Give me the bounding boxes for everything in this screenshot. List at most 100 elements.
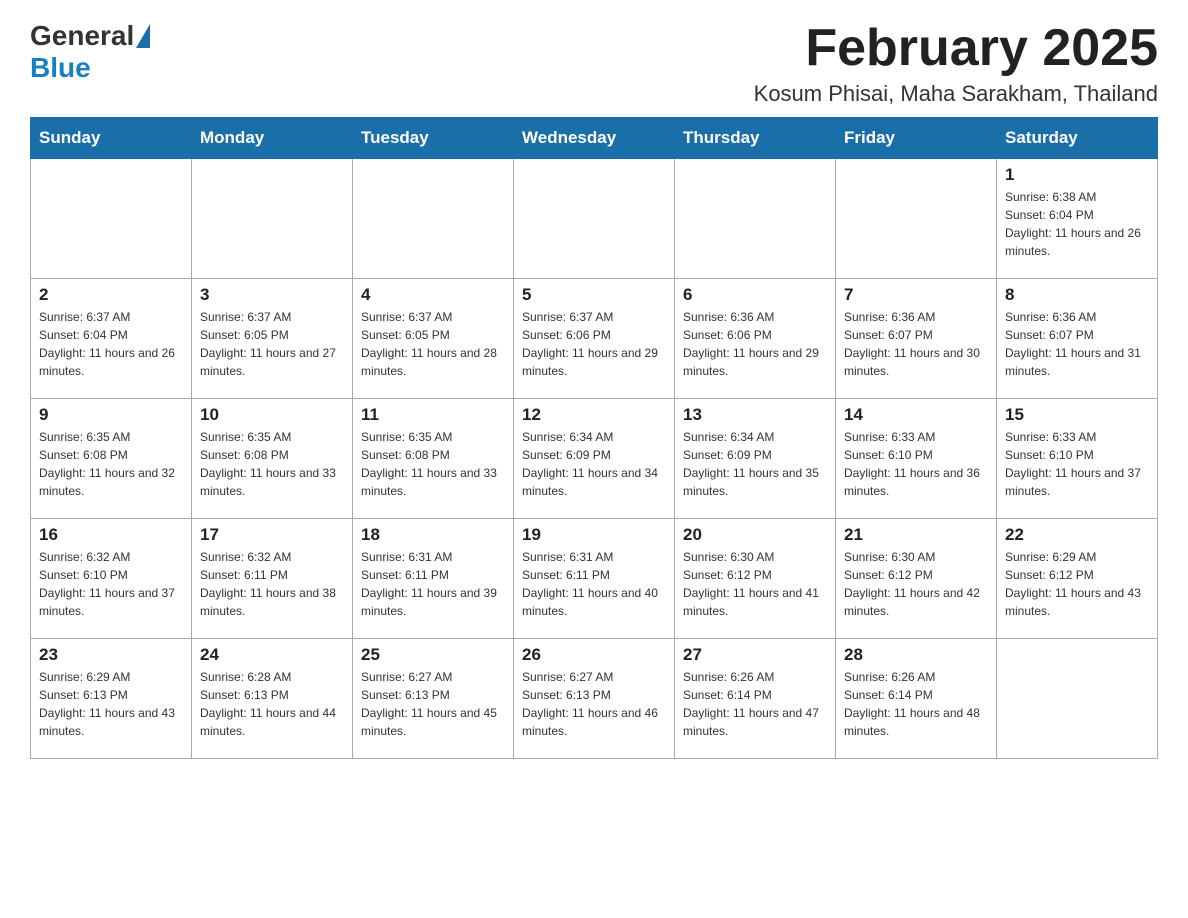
day-info: Sunrise: 6:27 AMSunset: 6:13 PMDaylight:…: [361, 668, 505, 740]
calendar-cell: [675, 159, 836, 279]
day-number: 9: [39, 405, 183, 425]
calendar-week-row: 16 Sunrise: 6:32 AMSunset: 6:10 PMDayligh…: [31, 519, 1158, 639]
calendar-cell: 25 Sunrise: 6:27 AMSunset: 6:13 PMDayligh…: [353, 639, 514, 759]
day-info: Sunrise: 6:26 AMSunset: 6:14 PMDaylight:…: [844, 668, 988, 740]
calendar-cell: [997, 639, 1158, 759]
calendar-cell: [353, 159, 514, 279]
calendar-cell: 19 Sunrise: 6:31 AMSunset: 6:11 PMDayligh…: [514, 519, 675, 639]
day-info: Sunrise: 6:37 AMSunset: 6:06 PMDaylight:…: [522, 308, 666, 380]
day-number: 15: [1005, 405, 1149, 425]
col-tuesday: Tuesday: [353, 118, 514, 159]
calendar-cell: 12 Sunrise: 6:34 AMSunset: 6:09 PMDayligh…: [514, 399, 675, 519]
col-saturday: Saturday: [997, 118, 1158, 159]
calendar-cell: [31, 159, 192, 279]
day-number: 3: [200, 285, 344, 305]
day-info: Sunrise: 6:28 AMSunset: 6:13 PMDaylight:…: [200, 668, 344, 740]
day-number: 23: [39, 645, 183, 665]
day-number: 26: [522, 645, 666, 665]
calendar-cell: 22 Sunrise: 6:29 AMSunset: 6:12 PMDayligh…: [997, 519, 1158, 639]
day-info: Sunrise: 6:38 AMSunset: 6:04 PMDaylight:…: [1005, 188, 1149, 260]
day-info: Sunrise: 6:34 AMSunset: 6:09 PMDaylight:…: [683, 428, 827, 500]
calendar-cell: 21 Sunrise: 6:30 AMSunset: 6:12 PMDayligh…: [836, 519, 997, 639]
day-number: 21: [844, 525, 988, 545]
day-number: 20: [683, 525, 827, 545]
day-number: 8: [1005, 285, 1149, 305]
day-number: 1: [1005, 165, 1149, 185]
day-number: 28: [844, 645, 988, 665]
calendar-cell: 8 Sunrise: 6:36 AMSunset: 6:07 PMDaylight…: [997, 279, 1158, 399]
calendar-cell: 7Sunrise: 6:36 AMSunset: 6:07 PMDaylight…: [836, 279, 997, 399]
day-number: 27: [683, 645, 827, 665]
day-number: 4: [361, 285, 505, 305]
calendar-week-row: 1 Sunrise: 6:38 AMSunset: 6:04 PMDaylight…: [31, 159, 1158, 279]
calendar-cell: 5 Sunrise: 6:37 AMSunset: 6:06 PMDaylight…: [514, 279, 675, 399]
day-info: Sunrise: 6:30 AMSunset: 6:12 PMDaylight:…: [844, 548, 988, 620]
day-info: Sunrise: 6:37 AMSunset: 6:05 PMDaylight:…: [361, 308, 505, 380]
day-number: 2: [39, 285, 183, 305]
day-number: 22: [1005, 525, 1149, 545]
day-number: 19: [522, 525, 666, 545]
calendar-cell: 26 Sunrise: 6:27 AMSunset: 6:13 PMDayligh…: [514, 639, 675, 759]
day-number: 18: [361, 525, 505, 545]
day-number: 24: [200, 645, 344, 665]
day-info: Sunrise: 6:30 AMSunset: 6:12 PMDaylight:…: [683, 548, 827, 620]
calendar-cell: 9 Sunrise: 6:35 AMSunset: 6:08 PMDaylight…: [31, 399, 192, 519]
day-number: 16: [39, 525, 183, 545]
day-info: Sunrise: 6:32 AMSunset: 6:11 PMDaylight:…: [200, 548, 344, 620]
calendar-cell: 1 Sunrise: 6:38 AMSunset: 6:04 PMDaylight…: [997, 159, 1158, 279]
day-info: Sunrise: 6:26 AMSunset: 6:14 PMDaylight:…: [683, 668, 827, 740]
day-number: 5: [522, 285, 666, 305]
day-info: Sunrise: 6:32 AMSunset: 6:10 PMDaylight:…: [39, 548, 183, 620]
day-number: 14: [844, 405, 988, 425]
day-number: 7: [844, 285, 988, 305]
day-info: Sunrise: 6:33 AMSunset: 6:10 PMDaylight:…: [844, 428, 988, 500]
calendar-week-row: 23 Sunrise: 6:29 AMSunset: 6:13 PMDayligh…: [31, 639, 1158, 759]
calendar-cell: [836, 159, 997, 279]
calendar-cell: 28 Sunrise: 6:26 AMSunset: 6:14 PMDayligh…: [836, 639, 997, 759]
day-info: Sunrise: 6:37 AMSunset: 6:05 PMDaylight:…: [200, 308, 344, 380]
day-info: Sunrise: 6:37 AMSunset: 6:04 PMDaylight:…: [39, 308, 183, 380]
day-number: 11: [361, 405, 505, 425]
logo: General Blue: [30, 20, 152, 84]
calendar-cell: 24 Sunrise: 6:28 AMSunset: 6:13 PMDayligh…: [192, 639, 353, 759]
col-monday: Monday: [192, 118, 353, 159]
logo-triangle-icon: [136, 24, 150, 48]
day-info: Sunrise: 6:36 AMSunset: 6:06 PMDaylight:…: [683, 308, 827, 380]
day-number: 6: [683, 285, 827, 305]
calendar-cell: [192, 159, 353, 279]
col-friday: Friday: [836, 118, 997, 159]
title-section: February 2025 Kosum Phisai, Maha Sarakha…: [754, 20, 1158, 107]
calendar-week-row: 2 Sunrise: 6:37 AMSunset: 6:04 PMDaylight…: [31, 279, 1158, 399]
day-info: Sunrise: 6:34 AMSunset: 6:09 PMDaylight:…: [522, 428, 666, 500]
calendar-cell: 20 Sunrise: 6:30 AMSunset: 6:12 PMDayligh…: [675, 519, 836, 639]
day-number: 25: [361, 645, 505, 665]
calendar-cell: 14 Sunrise: 6:33 AMSunset: 6:10 PMDayligh…: [836, 399, 997, 519]
day-info: Sunrise: 6:27 AMSunset: 6:13 PMDaylight:…: [522, 668, 666, 740]
col-thursday: Thursday: [675, 118, 836, 159]
day-info: Sunrise: 6:31 AMSunset: 6:11 PMDaylight:…: [522, 548, 666, 620]
calendar-cell: 2 Sunrise: 6:37 AMSunset: 6:04 PMDaylight…: [31, 279, 192, 399]
col-sunday: Sunday: [31, 118, 192, 159]
day-info: Sunrise: 6:33 AMSunset: 6:10 PMDaylight:…: [1005, 428, 1149, 500]
day-info: Sunrise: 6:35 AMSunset: 6:08 PMDaylight:…: [361, 428, 505, 500]
day-info: Sunrise: 6:29 AMSunset: 6:13 PMDaylight:…: [39, 668, 183, 740]
day-number: 13: [683, 405, 827, 425]
calendar-cell: 17 Sunrise: 6:32 AMSunset: 6:11 PMDayligh…: [192, 519, 353, 639]
logo-general-text: General: [30, 20, 134, 52]
day-number: 10: [200, 405, 344, 425]
month-title: February 2025: [754, 20, 1158, 77]
calendar-cell: 18 Sunrise: 6:31 AMSunset: 6:11 PMDayligh…: [353, 519, 514, 639]
day-number: 12: [522, 405, 666, 425]
calendar-cell: 10 Sunrise: 6:35 AMSunset: 6:08 PMDayligh…: [192, 399, 353, 519]
calendar-cell: 3 Sunrise: 6:37 AMSunset: 6:05 PMDaylight…: [192, 279, 353, 399]
day-info: Sunrise: 6:29 AMSunset: 6:12 PMDaylight:…: [1005, 548, 1149, 620]
calendar-week-row: 9 Sunrise: 6:35 AMSunset: 6:08 PMDaylight…: [31, 399, 1158, 519]
calendar-cell: [514, 159, 675, 279]
day-info: Sunrise: 6:35 AMSunset: 6:08 PMDaylight:…: [39, 428, 183, 500]
day-info: Sunrise: 6:35 AMSunset: 6:08 PMDaylight:…: [200, 428, 344, 500]
day-info: Sunrise: 6:36 AMSunset: 6:07 PMDaylight:…: [1005, 308, 1149, 380]
calendar-cell: 11 Sunrise: 6:35 AMSunset: 6:08 PMDayligh…: [353, 399, 514, 519]
calendar-header-row: Sunday Monday Tuesday Wednesday Thursday…: [31, 118, 1158, 159]
day-number: 17: [200, 525, 344, 545]
day-info: Sunrise: 6:31 AMSunset: 6:11 PMDaylight:…: [361, 548, 505, 620]
